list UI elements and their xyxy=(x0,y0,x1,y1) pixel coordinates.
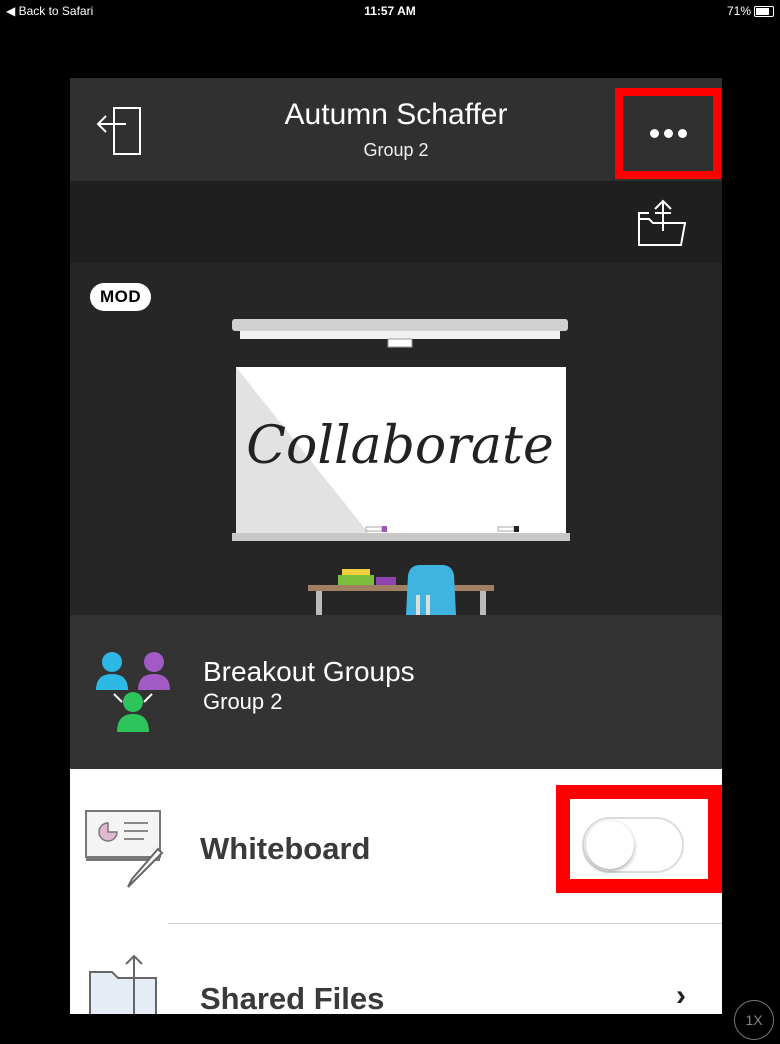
toggle-knob xyxy=(586,821,634,869)
content-toolbar xyxy=(70,181,722,263)
session-panel: Autumn Schaffer Group 2 MOD Collaborate … xyxy=(70,78,722,1014)
breakout-groups-row[interactable]: Breakout Groups Group 2 xyxy=(70,615,722,769)
more-options-icon xyxy=(649,129,687,138)
share-file-icon xyxy=(638,199,687,246)
shared-files-label[interactable]: Shared Files xyxy=(200,981,384,1014)
list-divider xyxy=(168,923,722,924)
status-time: 11:57 AM xyxy=(364,4,416,18)
shared-files-icon xyxy=(89,954,157,1014)
share-content-button[interactable] xyxy=(635,197,687,249)
battery-indicator: 71% xyxy=(727,4,774,18)
classroom-illustration: Collaborate xyxy=(232,319,570,615)
session-options-list: Whiteboard Shared Files › xyxy=(70,769,722,1014)
moderator-badge: MOD xyxy=(90,283,152,311)
stage-area: MOD Collaborate xyxy=(70,263,722,615)
battery-percent: 71% xyxy=(726,4,751,18)
breakout-groups-icon xyxy=(96,652,170,732)
whiteboard-toggle[interactable] xyxy=(582,817,684,873)
chevron-right-icon[interactable]: › xyxy=(676,979,686,1013)
playback-speed-button[interactable]: 1X xyxy=(734,1000,774,1040)
panel-header: Autumn Schaffer Group 2 xyxy=(70,78,722,181)
collaborate-script: Collaborate xyxy=(246,416,553,476)
breakout-group-name: Group 2 xyxy=(203,689,283,714)
whiteboard-label: Whiteboard xyxy=(200,831,371,866)
breakout-groups-title: Breakout Groups xyxy=(203,656,415,687)
more-options-button[interactable] xyxy=(615,88,721,179)
whiteboard-icon xyxy=(85,810,164,888)
battery-icon xyxy=(754,5,774,17)
